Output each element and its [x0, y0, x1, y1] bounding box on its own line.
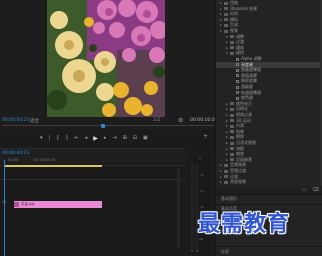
folder-icon: [224, 163, 228, 167]
ruler-mark: 00:00:05:00: [34, 158, 56, 162]
insert-icon[interactable]: ⊞: [123, 135, 127, 141]
meter-tick: -24: [199, 189, 204, 193]
mark-in-icon[interactable]: ▾: [40, 135, 43, 141]
folder-icon: [224, 175, 228, 179]
effect-icon: [236, 85, 239, 89]
meter-solo-buttons: S S: [191, 249, 198, 253]
wrench-icon[interactable]: ⚙: [178, 117, 183, 124]
folder-icon: [230, 141, 234, 145]
folder-icon: [230, 158, 234, 162]
folder-icon: [224, 169, 228, 173]
timeline-playhead[interactable]: [4, 160, 5, 256]
effect-icon: [236, 57, 239, 61]
program-monitor: 00:00:04:23 适合 1/2 ⚙ 00:00:10:00: [0, 0, 218, 130]
tree-item-label: 其他效果: [230, 179, 246, 185]
meter-tick: 0: [199, 157, 201, 161]
folder-icon: [224, 29, 228, 33]
solo-button[interactable]: S: [191, 249, 193, 253]
folder-icon: [224, 18, 228, 22]
effect-icon: [236, 74, 239, 78]
mark-clip-icon[interactable]: {: [56, 135, 59, 141]
video-frame[interactable]: [47, 0, 165, 117]
folder-icon: [230, 124, 234, 128]
transport-controls: ▾ | { } ⇤ ◂ ▶ ▸ ⇥ ⊞ ⊟ ▣: [40, 133, 190, 143]
mark-out-icon[interactable]: |: [49, 135, 51, 141]
meter-bar-left: [191, 163, 194, 249]
solo-button[interactable]: S: [196, 249, 198, 253]
folder-icon: [230, 107, 234, 111]
panel-title-essential-graphics[interactable]: 基本图形: [221, 196, 237, 202]
folder-icon: [224, 1, 228, 5]
monitor-scrub-bar[interactable]: [2, 125, 214, 126]
zoom-fit-select[interactable]: 适合: [30, 118, 39, 124]
folder-icon: [230, 102, 234, 106]
folder-icon: [230, 113, 234, 117]
folder-icon: [230, 119, 234, 123]
folder-icon: [230, 130, 234, 134]
folder-icon: [230, 40, 234, 44]
playhead-timecode[interactable]: 00:00:04:23: [2, 118, 29, 123]
go-to-in-icon[interactable]: }: [65, 135, 68, 141]
effect-icon: [236, 63, 239, 67]
effect-icon: [236, 68, 239, 72]
step-back-icon[interactable]: ◂: [85, 135, 88, 141]
folder-icon: [230, 147, 234, 151]
duration-timecode: 00:00:10:00: [190, 118, 218, 123]
resolution-select[interactable]: 1/2: [153, 118, 160, 123]
monitor-playhead-handle[interactable]: [101, 124, 105, 128]
folder-icon: [230, 51, 234, 55]
step-forward-icon[interactable]: ▸: [104, 135, 107, 141]
play-icon[interactable]: ▶: [93, 135, 98, 142]
effect-icon: [236, 96, 239, 100]
clip-name: 花朵.jpg: [21, 202, 35, 206]
watermark-text: 最需教育: [198, 211, 291, 237]
track-divider: [0, 179, 185, 180]
panel-title-markers[interactable]: 标签: [221, 249, 229, 255]
add-button-icon[interactable]: +: [203, 133, 208, 140]
folder-icon: [230, 35, 234, 39]
folder-icon: [224, 7, 228, 11]
overwrite-icon[interactable]: ⊟: [133, 135, 137, 141]
delete-icon[interactable]: ⌫: [312, 187, 319, 193]
meter-tick: -12: [199, 173, 204, 177]
new-bin-icon[interactable]: ▭: [302, 187, 307, 193]
timeline-scrollbar[interactable]: [177, 168, 180, 248]
timeline-tracks[interactable]: [0, 168, 185, 256]
tree-item[interactable]: ▸ 其他效果: [216, 179, 322, 185]
audio-meter: 0 -12 -24 -36 -48 dB S S: [189, 155, 211, 255]
effect-icon: [236, 79, 239, 83]
camera-icon[interactable]: ▣: [143, 135, 148, 141]
fx-badge-icon: [14, 202, 19, 207]
folder-icon: [224, 23, 228, 27]
flower-image: [47, 0, 165, 117]
ruler-mark: 00:00: [8, 158, 19, 162]
folder-icon: [224, 180, 228, 184]
go-to-in-point-icon[interactable]: ⇤: [75, 135, 79, 141]
folder-icon: [230, 152, 234, 156]
folder-icon: [230, 135, 234, 139]
timeline-timecode[interactable]: 00:00:04:23: [2, 151, 29, 156]
folder-icon: [224, 12, 228, 16]
go-to-out-icon[interactable]: ⇥: [112, 135, 116, 141]
work-area-bar[interactable]: [4, 165, 102, 167]
effect-icon: [236, 91, 239, 95]
folder-icon: [230, 46, 234, 50]
timeline-clip[interactable]: 花朵.jpg: [14, 201, 102, 208]
